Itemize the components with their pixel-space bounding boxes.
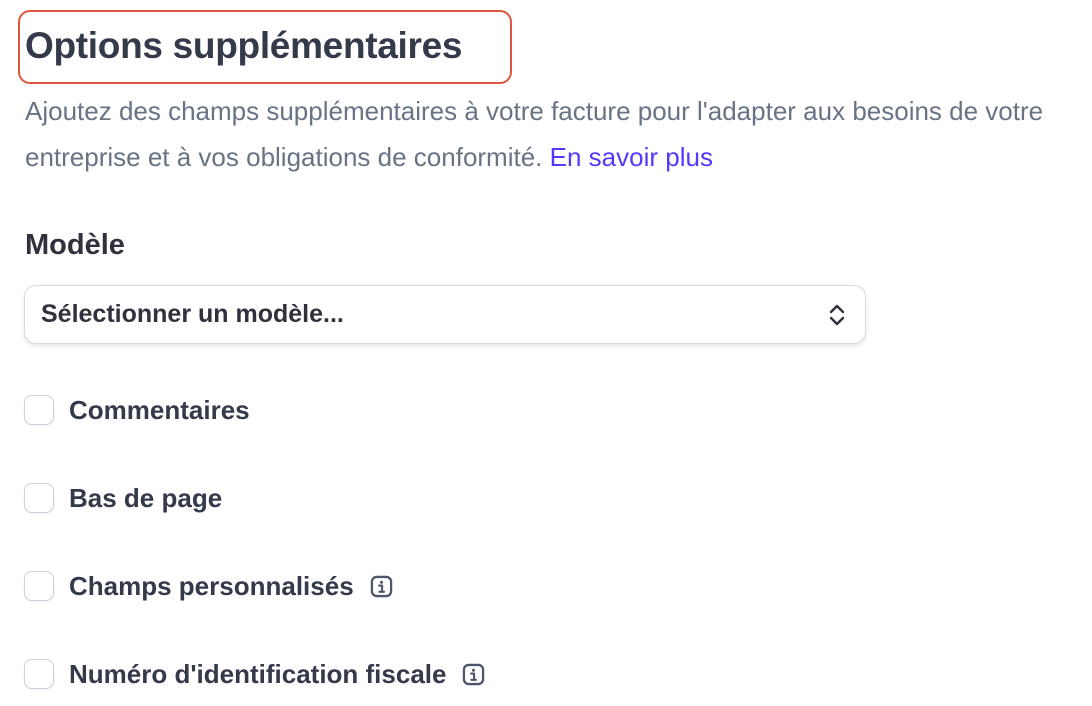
template-select[interactable]: Sélectionner un modèle... — [24, 285, 866, 344]
option-comments[interactable]: Commentaires — [24, 390, 250, 430]
comments-label: Commentaires — [69, 394, 250, 425]
option-footer[interactable]: Bas de page — [24, 478, 222, 518]
footer-checkbox[interactable] — [24, 483, 54, 513]
learn-more-link[interactable]: En savoir plus — [550, 142, 713, 172]
custom-fields-checkbox[interactable] — [24, 571, 54, 601]
info-icon[interactable] — [462, 663, 485, 686]
additional-options-panel: Options supplémentaires Ajoutez des cham… — [0, 0, 1092, 706]
tax-id-label: Numéro d'identification fiscale — [69, 658, 447, 689]
page-title: Options supplémentaires — [25, 25, 463, 66]
comments-checkbox[interactable] — [24, 395, 54, 425]
custom-fields-label: Champs personnalisés — [69, 570, 354, 601]
chevron-up-down-icon — [829, 304, 845, 326]
footer-label: Bas de page — [69, 482, 223, 513]
tax-id-checkbox[interactable] — [24, 659, 54, 689]
template-label: Modèle — [25, 229, 125, 261]
template-select-value: Sélectionner un modèle... — [41, 300, 344, 328]
description: Ajoutez des champs supplémentaires à vot… — [25, 88, 1085, 180]
option-custom-fields[interactable]: Champs personnalisés — [24, 566, 393, 606]
description-text: Ajoutez des champs supplémentaires à vot… — [25, 96, 1044, 172]
info-icon[interactable] — [370, 575, 393, 598]
option-tax-id[interactable]: Numéro d'identification fiscale — [24, 654, 485, 694]
